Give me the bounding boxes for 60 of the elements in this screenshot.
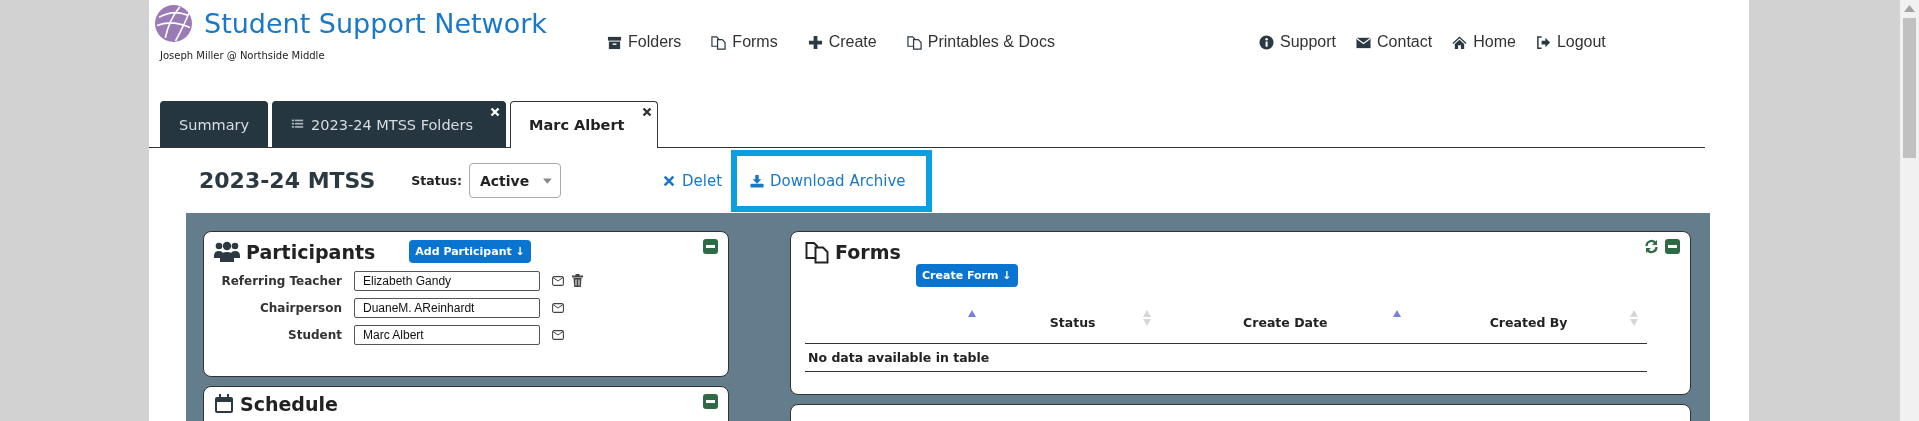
status-dropdown[interactable]: Active [469, 163, 561, 198]
plus-icon [807, 34, 823, 50]
add-participant-button[interactable]: Add Participant ↓ [409, 240, 531, 263]
column-header[interactable]: Create Date [1243, 314, 1328, 330]
field-label: Chairperson [258, 301, 342, 315]
card-title: Participants [246, 240, 376, 263]
calendar-icon [214, 394, 234, 414]
home-icon [1452, 34, 1468, 50]
nav-link[interactable]: Home [1452, 33, 1516, 51]
record-title: 2023-24 MTSS [199, 168, 376, 193]
status-label: Status: [411, 173, 462, 188]
list-icon [291, 118, 305, 131]
refresh-icon[interactable] [1644, 239, 1659, 254]
envelope-icon[interactable] [552, 303, 564, 313]
nav-link[interactable]: Contact [1356, 33, 1433, 51]
sort-up-icon[interactable] [966, 309, 977, 319]
close-icon [662, 173, 676, 188]
copy-icon [906, 34, 922, 50]
create-form-button[interactable]: Create Form ↓ [916, 264, 1018, 287]
participant-field[interactable]: DuaneM. AReinhardt [354, 298, 540, 318]
collapse-icon[interactable] [1665, 239, 1680, 254]
nav-link[interactable]: Logout [1535, 33, 1606, 51]
nav-link[interactable]: Printables & Docs [906, 33, 1055, 51]
nav-link[interactable]: Forms [711, 33, 778, 51]
envelope-icon[interactable] [552, 276, 564, 286]
download-link[interactable]: Download Archive [731, 149, 932, 212]
collapse-icon[interactable] [703, 239, 718, 254]
tab[interactable]: Marc Albert [510, 101, 658, 148]
user-label: Joseph Miller @ Northside Middle [160, 50, 325, 61]
info-icon [1259, 34, 1274, 50]
field-label: Referring Teacher [220, 274, 342, 288]
participant-field[interactable]: Elizabeth Gandy [354, 271, 540, 291]
users-icon [214, 241, 240, 262]
logout-icon [1535, 34, 1551, 50]
nav-link[interactable]: Create [807, 33, 877, 51]
participant-field[interactable]: Marc Albert [354, 325, 540, 345]
delete-link[interactable]: Delet [662, 171, 723, 190]
tab[interactable]: 2023-24 MTSS Folders [272, 101, 507, 147]
scrollbar-thumb[interactable] [1903, 18, 1916, 158]
copy-icon [711, 34, 727, 50]
nav-link[interactable]: Support [1259, 33, 1337, 51]
app-title: Student Support Network [204, 8, 547, 39]
field-label: Student [287, 328, 342, 342]
card-title: Forms [835, 241, 901, 263]
copy-icon [805, 240, 829, 264]
card-title: Schedule [240, 393, 338, 415]
tab[interactable]: Summary [160, 101, 269, 147]
column-header[interactable]: Created By [1489, 314, 1568, 330]
collapse-icon[interactable] [703, 394, 718, 409]
sort-up-icon[interactable] [1392, 309, 1403, 319]
column-header[interactable]: Status [1049, 314, 1096, 330]
globe-logo [155, 5, 192, 42]
download-icon [750, 173, 765, 188]
trash-icon[interactable] [572, 273, 583, 287]
archive-icon [607, 34, 622, 50]
envelope-icon[interactable] [552, 330, 564, 340]
empty-table-message: No data available in table [808, 350, 990, 365]
nav-link[interactable]: Folders [607, 33, 682, 51]
close-icon[interactable] [641, 107, 652, 117]
caret-icon [543, 177, 552, 184]
